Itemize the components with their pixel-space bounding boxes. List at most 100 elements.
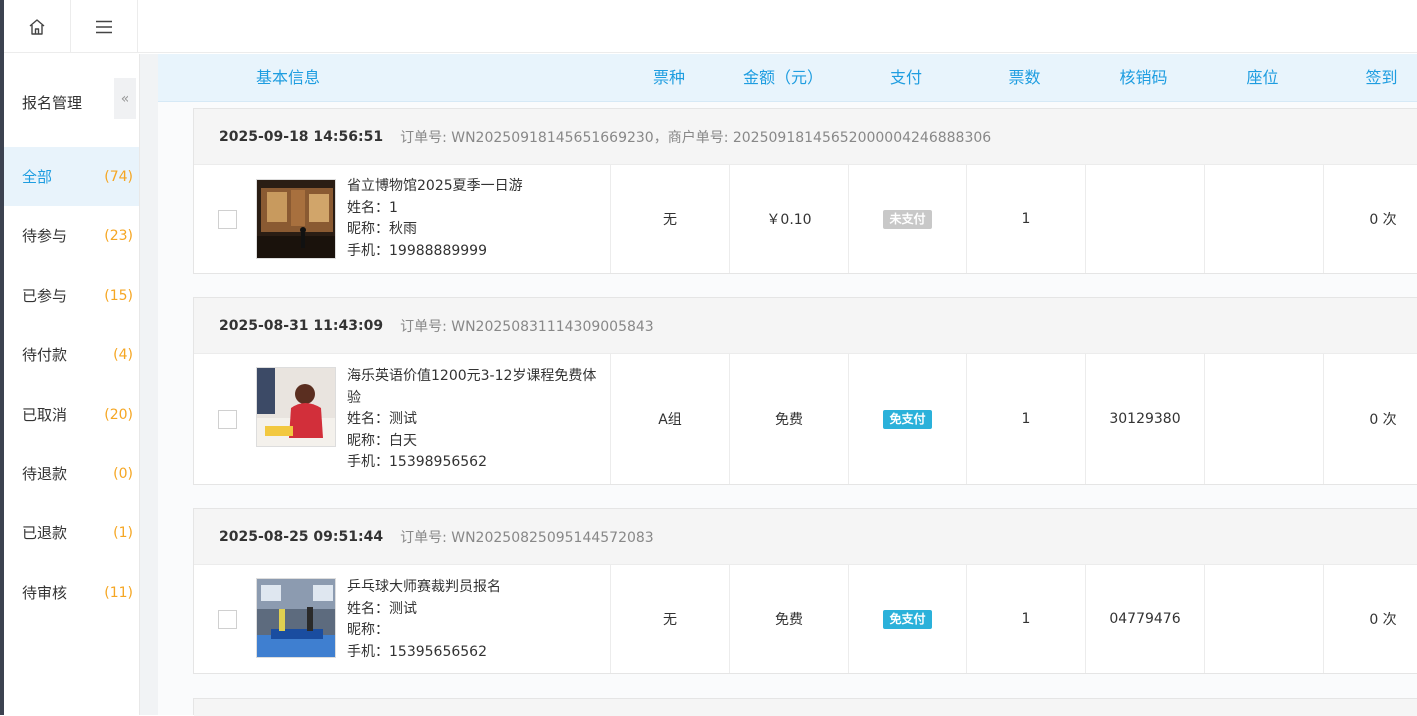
ticket-type-cell: 无 (610, 565, 729, 673)
sidebar-item-pending-review[interactable]: 待审核 (11) (4, 563, 139, 622)
sidebar-item-label: 待参与 (22, 227, 68, 245)
sidebar-item-count: (1) (113, 524, 133, 541)
order-row: 省立博物馆2025夏季一日游 姓名：1 昵称：秋雨 手机：19988889999… (194, 165, 1417, 273)
code-cell: 04779476 (1085, 565, 1204, 673)
sidebar: 报名管理 « 全部 (74) 待参与 (23) 已参与 (15) 待付款 (4)… (4, 54, 140, 715)
row-checkbox[interactable] (218, 410, 237, 429)
sidebar-item-count: (15) (104, 287, 133, 304)
museum-image (257, 180, 335, 258)
quantity-cell: 1 (966, 565, 1085, 673)
event-thumbnail (256, 179, 336, 259)
quantity-cell: 1 (966, 354, 1085, 484)
code-cell (1085, 165, 1204, 273)
sidebar-item-all[interactable]: 全部 (74) (4, 147, 139, 206)
attendee-name: 姓名：测试 (347, 600, 417, 617)
order-card: 2025-08-31 11:43:09 订单号: WN2025083111430… (193, 297, 1417, 485)
column-header-payment: 支付 (889, 68, 922, 87)
column-header-basic-info: 基本信息 (255, 68, 320, 87)
table-header: 基本信息 票种 金额（元） 支付 票数 核销码 座位 签到 (158, 54, 1417, 102)
sidebar-item-pending-refund[interactable]: 待退款 (0) (4, 444, 139, 503)
event-title[interactable]: 省立博物馆2025夏季一日游 (347, 176, 605, 198)
event-title[interactable]: 海乐英语价值1200元3-12岁课程免费体验 (347, 366, 605, 409)
order-card: 2025-09-18 14:56:51 订单号: WN2025091814565… (193, 108, 1417, 274)
sidebar-item-label: 待付款 (22, 346, 68, 364)
sidebar-item-refunded[interactable]: 已退款 (1) (4, 503, 139, 562)
sidebar-item-label: 已退款 (22, 524, 68, 542)
attendee-nickname: 昵称：白天 (347, 432, 417, 449)
amount-cell: 免费 (729, 354, 848, 484)
sidebar-item-count: (23) (104, 227, 133, 244)
sidebar-item-pending-payment[interactable]: 待付款 (4) (4, 325, 139, 384)
payment-cell: 未支付 (848, 165, 966, 273)
order-card (193, 698, 1417, 716)
sidebar-item-attended[interactable]: 已参与 (15) (4, 266, 139, 325)
home-icon (29, 18, 45, 35)
order-row: 乒乓球大师赛裁判员报名 姓名：测试 昵称： 手机：15395656562 无 免… (194, 565, 1417, 673)
checkin-cell: 0 次 (1323, 165, 1417, 273)
ticket-type-cell: A组 (610, 354, 729, 484)
event-info: 省立博物馆2025夏季一日游 姓名：1 昵称：秋雨 手机：19988889999 (347, 176, 605, 262)
order-time: 2025-09-18 14:56:51 (219, 128, 384, 145)
attendee-phone: 手机：19988889999 (347, 242, 487, 259)
sidebar-gutter (140, 54, 158, 715)
sidebar-item-count: (4) (113, 346, 133, 363)
order-time: 2025-08-25 09:51:44 (219, 528, 384, 545)
attendee-name: 姓名：1 (347, 199, 398, 216)
attendee-phone: 手机：15398956562 (347, 454, 487, 470)
attendee-nickname: 昵称：秋雨 (347, 221, 417, 237)
home-button[interactable] (4, 0, 71, 53)
sidebar-item-label: 已取消 (22, 406, 68, 424)
hamburger-icon (96, 20, 112, 33)
order-header: 2025-09-18 14:56:51 订单号: WN2025091814565… (194, 109, 1417, 165)
sidebar-item-pending-attend[interactable]: 待参与 (23) (4, 206, 139, 265)
menu-toggle-button[interactable] (71, 0, 138, 53)
row-checkbox[interactable] (218, 610, 237, 629)
event-thumbnail (256, 367, 336, 447)
payment-status-badge: 未支付 (883, 209, 932, 229)
seat-cell (1204, 354, 1323, 484)
order-header (194, 699, 1417, 716)
column-header-amount: 金额（元） (742, 68, 823, 87)
seat-cell (1204, 565, 1323, 673)
event-info: 海乐英语价值1200元3-12岁课程免费体验 姓名：测试 昵称：白天 手机：15… (347, 366, 605, 474)
payment-status-badge: 免支付 (883, 409, 932, 429)
payment-cell: 免支付 (848, 354, 966, 484)
table-tennis-image (257, 579, 335, 657)
sidebar-item-count: (74) (104, 168, 133, 185)
order-row: 海乐英语价值1200元3-12岁课程免费体验 姓名：测试 昵称：白天 手机：15… (194, 354, 1417, 484)
column-header-ticket-type: 票种 (652, 68, 685, 87)
checkin-cell: 0 次 (1323, 354, 1417, 484)
event-title[interactable]: 乒乓球大师赛裁判员报名 (347, 577, 605, 599)
attendee-nickname: 昵称： (347, 622, 389, 638)
seat-cell (1204, 165, 1323, 273)
payment-status-badge: 免支付 (883, 609, 932, 629)
sidebar-item-count: (11) (104, 584, 133, 601)
english-class-image (257, 368, 335, 446)
code-cell: 30129380 (1085, 354, 1204, 484)
sidebar-title: 报名管理 (22, 94, 83, 112)
event-info: 乒乓球大师赛裁判员报名 姓名：测试 昵称： 手机：15395656562 (347, 577, 605, 663)
sidebar-item-cancelled[interactable]: 已取消 (20) (4, 385, 139, 444)
amount-cell: 免费 (729, 565, 848, 673)
quantity-cell: 1 (966, 165, 1085, 273)
column-header-seat: 座位 (1246, 68, 1279, 87)
order-header: 2025-08-31 11:43:09 订单号: WN2025083111430… (194, 298, 1417, 354)
order-number: 订单号: WN20250918145651669230，商户单号: 202509… (400, 129, 992, 146)
sidebar-item-count: (20) (104, 406, 133, 423)
sidebar-item-label: 待退款 (22, 465, 68, 483)
sidebar-item-label: 待审核 (22, 584, 68, 602)
sidebar-item-label: 全部 (22, 168, 53, 186)
ticket-type-cell: 无 (610, 165, 729, 273)
double-chevron-left-icon: « (120, 90, 130, 107)
sidebar-item-label: 已参与 (22, 287, 68, 305)
order-card: 2025-08-25 09:51:44 订单号: WN2025082509514… (193, 508, 1417, 674)
row-checkbox[interactable] (218, 210, 237, 229)
checkin-cell: 0 次 (1323, 565, 1417, 673)
top-bar (4, 0, 1417, 53)
attendee-name: 姓名：测试 (347, 411, 417, 427)
column-header-code: 核销码 (1119, 68, 1168, 87)
order-header: 2025-08-25 09:51:44 订单号: WN2025082509514… (194, 509, 1417, 565)
collapse-sidebar-button[interactable]: « (114, 78, 136, 119)
sidebar-item-count: (0) (113, 465, 133, 482)
amount-cell: ￥0.10 (729, 165, 848, 273)
